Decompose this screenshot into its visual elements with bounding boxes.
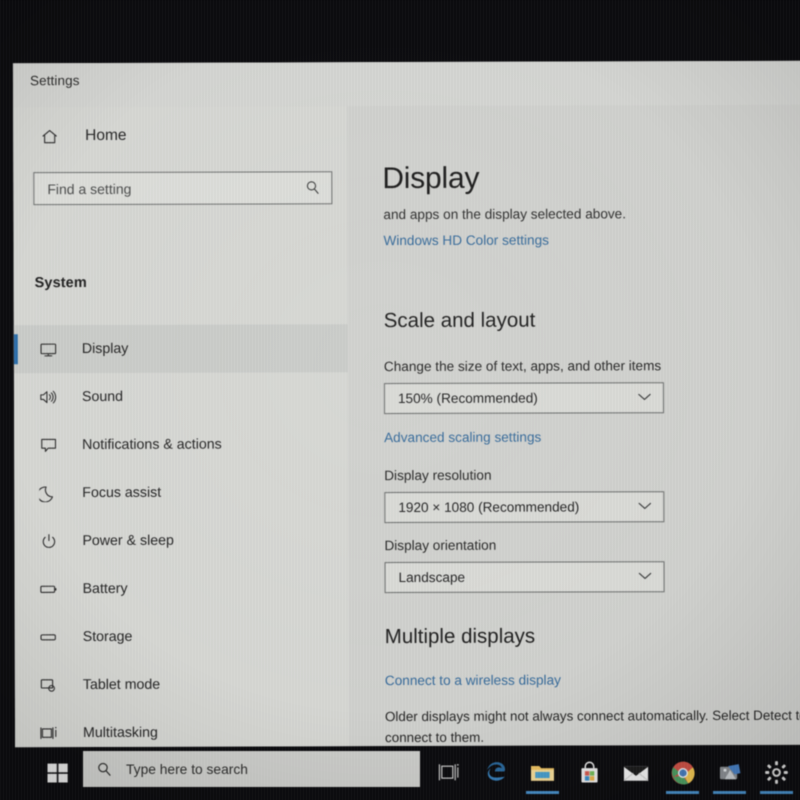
chevron-down-icon xyxy=(637,389,652,407)
display-orientation-label: Display orientation xyxy=(384,537,497,554)
speaker-icon xyxy=(34,385,62,409)
sidebar-item-storage[interactable]: Storage xyxy=(15,612,349,661)
window-titlebar: Settings xyxy=(12,60,800,108)
scale-field-label: Change the size of text, apps, and other… xyxy=(383,358,662,375)
google-chrome-icon[interactable] xyxy=(659,748,706,798)
moon-icon xyxy=(34,481,62,505)
sidebar-section-heading: System xyxy=(34,275,87,292)
page-title: Display xyxy=(382,161,480,196)
selection-accent-bar xyxy=(13,334,18,365)
sidebar-item-sound[interactable]: Sound xyxy=(14,372,348,421)
advanced-scaling-settings-link[interactable]: Advanced scaling settings xyxy=(384,430,541,445)
chevron-down-icon xyxy=(637,498,652,516)
sidebar-item-home[interactable]: Home xyxy=(35,124,127,148)
settings-gear-icon[interactable] xyxy=(753,748,800,798)
taskbar-tray xyxy=(425,745,800,800)
scale-dropdown[interactable]: 150% (Recommended) xyxy=(383,382,665,415)
photos-app-icon[interactable] xyxy=(706,748,753,798)
connect-wireless-display-link[interactable]: Connect to a wireless display xyxy=(385,673,561,689)
sidebar-label-sound: Sound xyxy=(81,388,124,406)
drive-icon xyxy=(35,625,63,649)
scale-and-layout-heading: Scale and layout xyxy=(383,308,536,333)
sidebar: Home Find a setting System Display Sound… xyxy=(13,106,350,748)
display-resolution-dropdown[interactable]: 1920 × 1080 (Recommended) xyxy=(384,491,665,524)
sidebar-item-power-sleep[interactable]: Power & sleep xyxy=(14,516,348,565)
battery-icon xyxy=(35,577,63,601)
sidebar-label-notifications: Notifications & actions xyxy=(82,436,222,454)
sidebar-nav-list: Display Sound Notifications & actions Fo… xyxy=(13,324,350,747)
file-explorer-icon[interactable] xyxy=(519,748,566,798)
multiple-displays-note: Older displays might not always connect … xyxy=(384,707,800,746)
search-icon xyxy=(304,179,321,201)
mail-icon[interactable] xyxy=(613,748,660,798)
sidebar-item-notifications[interactable]: Notifications & actions xyxy=(14,420,348,469)
display-orientation-dropdown[interactable]: Landscape xyxy=(384,561,665,594)
active-indicator xyxy=(666,791,700,794)
sidebar-item-multitasking[interactable]: Multitasking xyxy=(15,708,349,747)
multitasking-icon xyxy=(35,721,63,745)
scale-dropdown-value: 150% (Recommended) xyxy=(397,390,538,407)
screen-photo: Settings Home Find a setting System Disp… xyxy=(0,0,800,800)
sidebar-item-display[interactable]: Display xyxy=(13,324,348,374)
multiple-displays-heading: Multiple displays xyxy=(384,624,536,649)
active-indicator xyxy=(525,791,559,794)
active-indicator xyxy=(713,791,747,794)
search-input[interactable]: Find a setting xyxy=(33,171,333,206)
sidebar-label-tablet-mode: Tablet mode xyxy=(82,676,161,694)
sidebar-item-battery[interactable]: Battery xyxy=(15,564,349,613)
display-orientation-value: Landscape xyxy=(398,569,466,586)
sidebar-label-storage: Storage xyxy=(82,628,133,646)
display-resolution-value: 1920 × 1080 (Recommended) xyxy=(398,499,580,516)
sidebar-label-power-sleep: Power & sleep xyxy=(82,532,174,550)
windows-hd-color-settings-link[interactable]: Windows HD Color settings xyxy=(383,233,548,249)
task-view-icon[interactable] xyxy=(425,748,472,798)
speech-bubble-icon xyxy=(34,433,62,457)
start-button[interactable] xyxy=(36,755,80,791)
display-resolution-label: Display resolution xyxy=(384,467,492,484)
main-content: Display and apps on the display selected… xyxy=(347,104,800,747)
tablet-icon xyxy=(35,673,63,697)
power-icon xyxy=(34,529,62,553)
home-icon xyxy=(35,124,63,148)
search-placeholder: Find a setting xyxy=(47,180,132,197)
taskbar-search-box[interactable]: Type here to search xyxy=(83,751,420,787)
sidebar-label-focus-assist: Focus assist xyxy=(82,484,162,502)
active-indicator xyxy=(760,791,794,794)
sidebar-home-label: Home xyxy=(85,126,127,145)
chevron-down-icon xyxy=(638,568,653,586)
sidebar-item-focus-assist[interactable]: Focus assist xyxy=(14,468,348,517)
taskbar-search-placeholder: Type here to search xyxy=(126,761,248,777)
settings-window: Settings Home Find a setting System Disp… xyxy=(12,60,800,748)
window-title: Settings xyxy=(29,73,80,89)
sidebar-label-multitasking: Multitasking xyxy=(83,724,158,742)
sidebar-item-tablet-mode[interactable]: Tablet mode xyxy=(15,660,349,709)
monitor-icon xyxy=(34,337,62,361)
sidebar-label-display: Display xyxy=(81,340,129,358)
search-icon xyxy=(96,761,113,778)
microsoft-edge-icon[interactable] xyxy=(472,748,519,798)
sidebar-label-battery: Battery xyxy=(82,580,128,598)
microsoft-store-icon[interactable] xyxy=(566,748,613,798)
page-subtitle: and apps on the display selected above. xyxy=(383,206,627,223)
